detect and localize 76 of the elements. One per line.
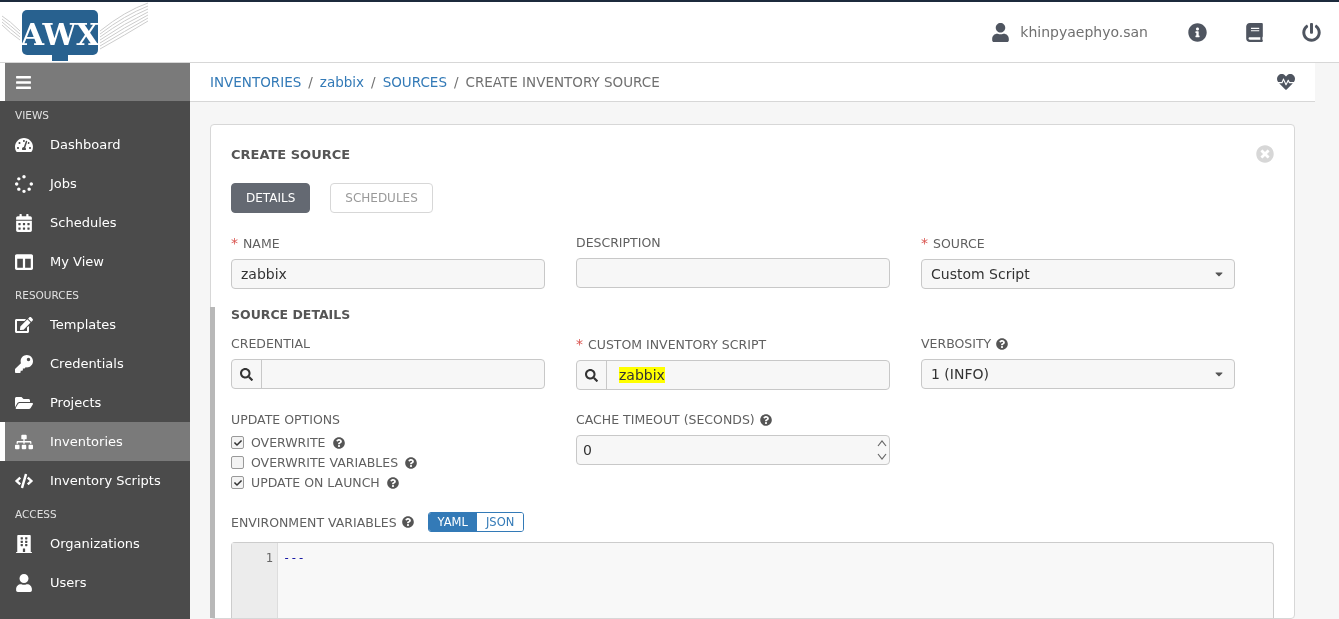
- awx-logo[interactable]: AWX: [0, 1, 150, 63]
- menu-button[interactable]: [0, 63, 190, 101]
- field-label: VERBOSITY: [921, 336, 992, 351]
- user-icon: [991, 22, 1011, 42]
- section-heading: VIEWS: [14, 108, 50, 123]
- activity-icon[interactable]: [1277, 73, 1295, 91]
- tab[interactable]: DETAILS: [231, 183, 311, 213]
- field-label: CACHE TIMEOUT (SECONDS): [576, 412, 755, 427]
- checkbox-label: OVERWRITE: [251, 435, 326, 450]
- help-icon[interactable]: [996, 337, 1009, 350]
- help-icon[interactable]: [332, 436, 345, 449]
- book-icon[interactable]: [1245, 22, 1264, 42]
- checkbox[interactable]: [231, 456, 244, 469]
- breadcrumb-separator: /: [308, 74, 313, 90]
- mode-toggle[interactable]: YAML: [428, 513, 477, 531]
- nav-item[interactable]: Jobs: [0, 164, 190, 203]
- form-title: CREATE SOURCE: [231, 146, 351, 162]
- breadcrumb-separator: /: [453, 74, 459, 90]
- help-icon[interactable]: [405, 456, 418, 469]
- checkmark-icon: [233, 478, 242, 487]
- checkbox-label: UPDATE ON LAUNCH: [251, 475, 380, 490]
- help-icon[interactable]: [759, 413, 772, 426]
- checkbox[interactable]: [231, 476, 244, 489]
- nav-item[interactable]: Schedules: [0, 203, 190, 242]
- required-asterisk: *: [576, 336, 583, 352]
- section-title: SOURCE DETAILS: [231, 307, 352, 322]
- breadcrumb-separator: /: [371, 74, 376, 90]
- field-label: ENVIRONMENT VARIABLES: [231, 514, 397, 530]
- code-line: ---: [282, 550, 305, 565]
- key-icon: [15, 354, 36, 373]
- nav-item[interactable]: Users: [0, 563, 190, 602]
- field-label: NAME: [243, 235, 280, 251]
- nav-item[interactable]: Inventories: [0, 422, 190, 461]
- field-label: DESCRIPTION: [576, 235, 661, 250]
- checkbox[interactable]: [231, 436, 244, 449]
- required-asterisk: *: [921, 235, 928, 251]
- nav-item[interactable]: Credentials: [0, 344, 190, 383]
- section-heading: RESOURCES: [14, 288, 80, 303]
- text-field[interactable]: [576, 258, 890, 288]
- line-number: 1: [264, 550, 274, 565]
- text-field[interactable]: zabbix: [231, 259, 545, 289]
- number-field[interactable]: 0: [576, 435, 890, 465]
- breadcrumb-link[interactable]: INVENTORIES: [210, 74, 302, 90]
- lookup-field[interactable]: [231, 359, 545, 389]
- columns-icon: [15, 252, 36, 271]
- nav-item[interactable]: My View: [0, 242, 190, 281]
- breadcrumb-link[interactable]: zabbix: [319, 74, 365, 90]
- user-name[interactable]: khinpyaephyo.san: [1020, 24, 1148, 40]
- edit-icon: [15, 315, 36, 334]
- field-label: UPDATE OPTIONS: [231, 412, 340, 427]
- power-icon[interactable]: [1302, 22, 1321, 42]
- required-asterisk: *: [231, 235, 238, 251]
- current-page-label[interactable]: CREATE INVENTORY SOURCE: [465, 74, 660, 90]
- select-field[interactable]: Custom Script: [921, 259, 1235, 289]
- hierarchy-icon: [15, 432, 36, 451]
- lookup-field[interactable]: zabbix: [576, 360, 890, 390]
- checkbox-label: OVERWRITE VARIABLES: [251, 455, 399, 470]
- field-label: CUSTOM INVENTORY SCRIPT: [588, 336, 767, 352]
- nav-item[interactable]: Inventory Scripts: [0, 461, 190, 500]
- nav-item[interactable]: Organizations: [0, 524, 190, 563]
- nav-item[interactable]: Projects: [0, 383, 190, 422]
- field-label: CREDENTIAL: [231, 336, 311, 351]
- menu-icon: [15, 73, 32, 91]
- field-label: SOURCE: [933, 235, 985, 251]
- help-icon[interactable]: [401, 516, 414, 528]
- gauge-icon: [15, 135, 36, 154]
- section-heading: ACCESS: [14, 507, 58, 522]
- code-icon: [15, 471, 36, 490]
- nav-item[interactable]: Templates: [0, 305, 190, 344]
- info-icon[interactable]: [1188, 22, 1207, 42]
- help-icon[interactable]: [386, 476, 399, 489]
- breadcrumb-link[interactable]: SOURCES: [382, 74, 447, 90]
- nav-item[interactable]: Dashboard: [0, 125, 190, 164]
- code-editor[interactable]: 1 ---: [231, 542, 1274, 618]
- select-field[interactable]: 1 (INFO): [921, 359, 1235, 389]
- checkmark-icon: [233, 438, 242, 447]
